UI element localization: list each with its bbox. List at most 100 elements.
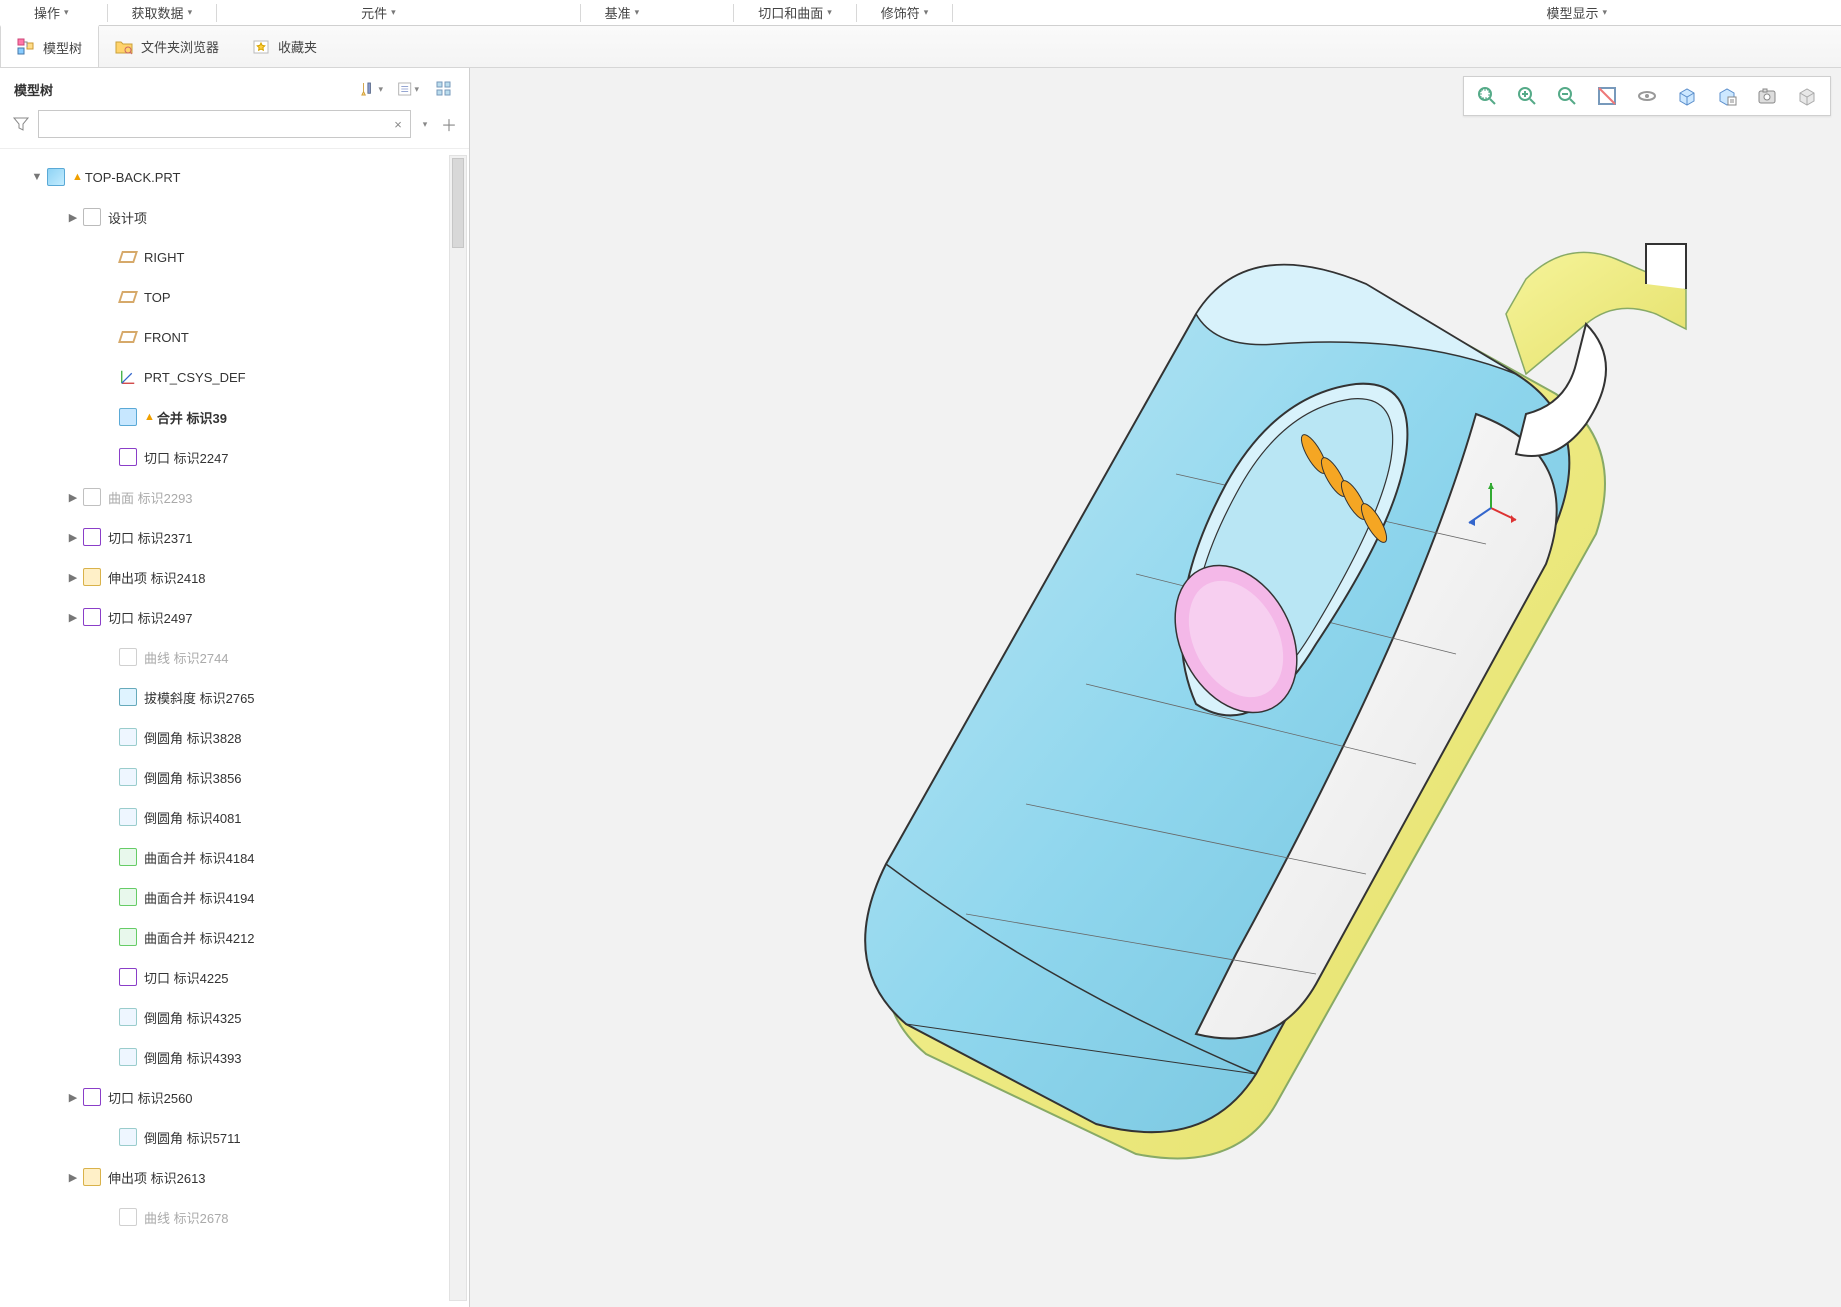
tree-settings-button[interactable]: ▾ (397, 78, 419, 100)
ribbon-item-component[interactable]: 元件▾ (337, 0, 420, 26)
tree-node[interactable]: ·TOP (0, 277, 469, 317)
tree-node[interactable]: ·拔模斜度 标识2765 (0, 677, 469, 717)
expand-toggle[interactable]: ▶ (64, 531, 82, 544)
tree-node[interactable]: ·FRONT (0, 317, 469, 357)
tree-node[interactable]: ▶ 切口 标识2497 (0, 597, 469, 637)
display-style-button[interactable] (1790, 81, 1824, 111)
ribbon-bar: 操作▾ 获取数据▾ 元件▾ 基准▾ 切口和曲面▾ 修饰符▾ 模型显示▾ (0, 0, 1841, 26)
spin-button[interactable] (1630, 81, 1664, 111)
expand-toggle: · (100, 811, 118, 823)
tab-label: 文件夹浏览器 (141, 37, 219, 56)
model-render (716, 184, 1716, 1234)
tree-node[interactable]: ·切口 标识2247 (0, 437, 469, 477)
expand-toggle[interactable]: ▶ (64, 571, 82, 584)
tree-node[interactable]: ·曲面合并 标识4194 (0, 877, 469, 917)
plane-icon (118, 247, 138, 267)
tab-model-tree[interactable]: 模型树 (0, 25, 99, 67)
tree-node-label: 曲面 标识2293 (108, 488, 193, 507)
plane-icon (118, 287, 138, 307)
warning-icon: ▲ (72, 171, 83, 183)
zoom-in-button[interactable] (1510, 81, 1544, 111)
ribbon-item-cutsurf[interactable]: 切口和曲面▾ (734, 0, 856, 26)
panel-title: 模型树 (14, 80, 53, 99)
tree-node[interactable]: ·RIGHT (0, 237, 469, 277)
tree-node[interactable]: ·倒圆角 标识4393 (0, 1037, 469, 1077)
tab-folder-browser[interactable]: 文件夹浏览器 (99, 26, 236, 67)
tree-root-node[interactable]: ▼▲TOP-BACK.PRT (0, 157, 469, 197)
search-dropdown[interactable]: ▾ (417, 119, 433, 130)
expand-toggle[interactable]: ▼ (28, 171, 46, 183)
expand-toggle: · (100, 851, 118, 863)
expand-toggle[interactable]: ▶ (64, 491, 82, 504)
tree-node[interactable]: ·▲合并 标识39 (0, 397, 469, 437)
tree-node-label: 设计项 (108, 208, 147, 227)
expand-toggle[interactable]: ▶ (64, 611, 82, 624)
warning-icon: ▲ (144, 411, 155, 423)
saved-view-button[interactable] (1710, 81, 1744, 111)
tree-node[interactable]: ·倒圆角 标识3828 (0, 717, 469, 757)
ribbon-item-modeldisplay[interactable]: 模型显示▾ (1522, 0, 1631, 26)
filter-icon[interactable] (10, 113, 32, 135)
tree-node[interactable]: ·曲线 标识2678 (0, 1197, 469, 1237)
tree-node[interactable]: ▶伸出项 标识2613 (0, 1157, 469, 1197)
add-filter-button[interactable]: ＋ (439, 112, 459, 136)
tree-node-label: RIGHT (144, 250, 184, 265)
tree-node[interactable]: ·倒圆角 标识4325 (0, 997, 469, 1037)
tree-node[interactable]: ·倒圆角 标识3856 (0, 757, 469, 797)
cut-icon (118, 967, 138, 987)
tree-node-label: 倒圆角 标识4081 (144, 808, 242, 827)
tree-scroll-area[interactable]: ▼▲TOP-BACK.PRT▶设计项·RIGHT·TOP·FRONT·PRT_C… (0, 149, 469, 1307)
ribbon-item-getdata[interactable]: 获取数据▾ (108, 0, 217, 26)
ribbon-item-datum[interactable]: 基准▾ (581, 0, 664, 26)
tree-node[interactable]: ·曲面合并 标识4212 (0, 917, 469, 957)
clear-search-icon[interactable]: × (386, 117, 410, 132)
refit-view-button[interactable] (1590, 81, 1624, 111)
curve-icon (118, 1207, 138, 1227)
round-icon (118, 1047, 138, 1067)
tree-node[interactable]: ·曲线 标识2744 (0, 637, 469, 677)
expand-toggle[interactable]: ▶ (64, 1091, 82, 1104)
tree-node-label: 曲线 标识2744 (144, 648, 229, 667)
viewport-3d[interactable] (470, 68, 1841, 1307)
tree-node-label: FRONT (144, 330, 189, 345)
tree-tools-button[interactable]: ▾ (361, 78, 383, 100)
extr-icon (82, 567, 102, 587)
surf-icon (82, 487, 102, 507)
tree-node[interactable]: ·切口 标识4225 (0, 957, 469, 997)
expand-toggle: · (100, 971, 118, 983)
tree-node-label: 切口 标识2371 (108, 528, 193, 547)
zoom-out-button[interactable] (1550, 81, 1584, 111)
tree-node[interactable]: ▶ 曲面 标识2293 (0, 477, 469, 517)
tree-scrollbar[interactable] (449, 155, 467, 1301)
model-tree-icon (17, 38, 35, 56)
tree-node-label: 拔模斜度 标识2765 (144, 688, 255, 707)
tree-node[interactable]: ▶ 切口 标识2371 (0, 517, 469, 557)
tree-node-label: 切口 标识2497 (108, 608, 193, 627)
tree-node[interactable]: ·PRT_CSYS_DEF (0, 357, 469, 397)
cut-icon (82, 607, 102, 627)
zoom-fit-button[interactable] (1470, 81, 1504, 111)
expand-toggle[interactable]: ▶ (64, 1171, 82, 1184)
tree-node[interactable]: ·曲面合并 标识4184 (0, 837, 469, 877)
tab-favorites[interactable]: 收藏夹 (236, 26, 334, 67)
ribbon-item-decorator[interactable]: 修饰符▾ (857, 0, 953, 26)
round-icon (118, 1127, 138, 1147)
view-cube-button[interactable] (1670, 81, 1704, 111)
tree-scrollbar-thumb[interactable] (452, 158, 464, 248)
tree-layout-button[interactable] (433, 78, 455, 100)
tree-node-label: 伸出项 标识2418 (108, 568, 206, 587)
draft-icon (118, 687, 138, 707)
ribbon-item-operate[interactable]: 操作▾ (10, 0, 93, 26)
favorites-icon (252, 38, 270, 56)
tree-node[interactable]: ▶ 设计项 (0, 197, 469, 237)
expand-toggle: · (100, 1011, 118, 1023)
tree-node[interactable]: ▶切口 标识2560 (0, 1077, 469, 1117)
tree-search-input[interactable] (39, 117, 386, 132)
expand-toggle[interactable]: ▶ (64, 211, 82, 224)
tree-node[interactable]: · 倒圆角 标识4081 (0, 797, 469, 837)
expand-toggle: · (100, 1131, 118, 1143)
tree-node[interactable]: ·倒圆角 标识5711 (0, 1117, 469, 1157)
expand-toggle: · (100, 411, 118, 423)
screenshot-button[interactable] (1750, 81, 1784, 111)
tree-node[interactable]: ▶ 伸出项 标识2418 (0, 557, 469, 597)
